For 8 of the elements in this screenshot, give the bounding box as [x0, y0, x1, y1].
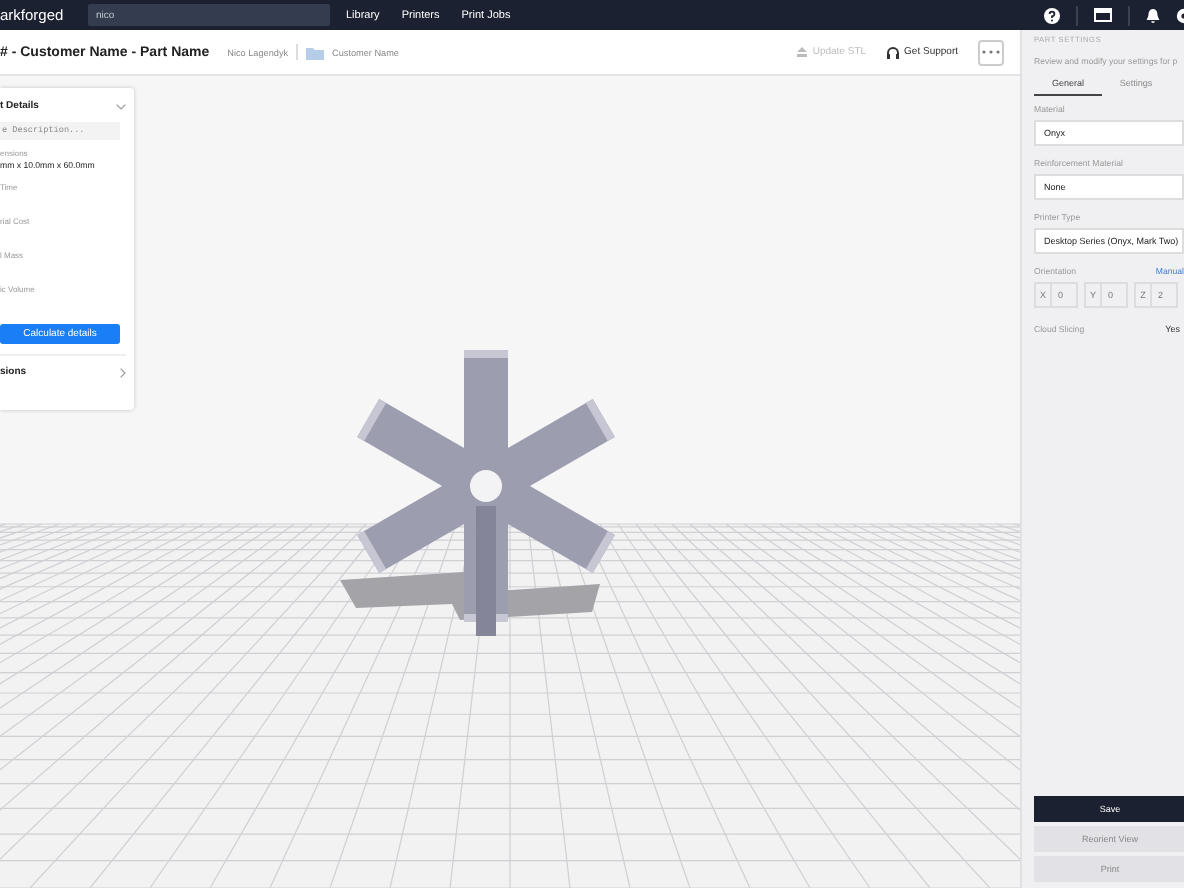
chevron-right-icon[interactable]	[120, 367, 126, 377]
window-icon[interactable]	[1094, 8, 1112, 22]
bell-icon[interactable]	[1146, 7, 1160, 23]
headset-icon	[886, 45, 901, 59]
help-icon[interactable]	[1044, 7, 1060, 23]
folder-icon	[306, 45, 325, 59]
chevron-down-icon[interactable]	[116, 103, 126, 109]
upload-icon	[796, 46, 809, 58]
